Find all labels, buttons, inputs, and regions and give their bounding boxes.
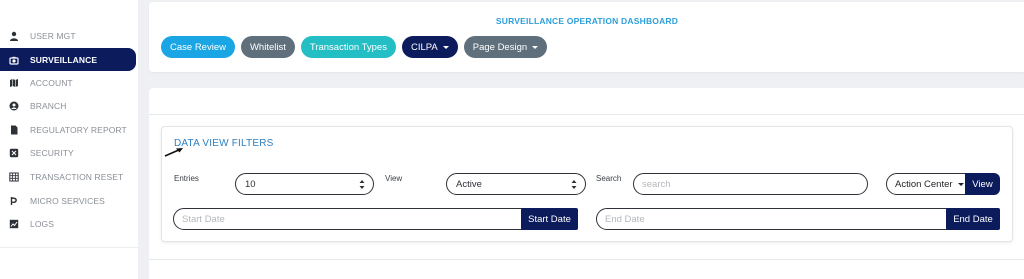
page-design-label: Page Design xyxy=(472,41,528,53)
entries-value: 10 xyxy=(245,178,256,190)
sidebar-item-micro-services[interactable]: MICRO SERVICES xyxy=(0,189,138,212)
end-date-input[interactable]: End Date xyxy=(596,208,948,230)
caret-down-icon xyxy=(957,182,964,186)
search-label: Search xyxy=(596,174,622,183)
sidebar-item-label: SURVEILLANCE xyxy=(30,54,98,65)
entries-label: Entries xyxy=(174,174,199,183)
action-center-label: Action Center xyxy=(895,178,953,190)
sidebar-item-account[interactable]: ACCOUNT xyxy=(0,71,138,94)
sidebar: USER MGT SURVEILLANCE ACCOUNT BRANCH REG… xyxy=(0,0,138,279)
arrow-icon xyxy=(164,148,183,157)
case-review-button[interactable]: Case Review xyxy=(161,36,235,58)
start-date-button-label: Start Date xyxy=(528,213,571,225)
whitelist-button[interactable]: Whitelist xyxy=(240,36,295,58)
sidebar-item-branch[interactable]: BRANCH xyxy=(0,94,138,117)
start-date-placeholder: Start Date xyxy=(182,213,225,225)
filters-title: DATA VIEW FILTERS xyxy=(174,138,274,149)
plug-icon xyxy=(8,195,20,207)
dashboard-header-card: SURVEILLANCE OPERATION DASHBOARD Case Re… xyxy=(149,2,1024,72)
cilpa-label: CILPA xyxy=(410,41,438,53)
map-icon xyxy=(8,77,20,89)
page-design-dropdown-button[interactable]: Page Design xyxy=(463,36,548,58)
sidebar-item-surveillance[interactable]: SURVEILLANCE xyxy=(0,48,136,71)
case-review-label: Case Review xyxy=(170,41,226,53)
nav-pill-row: Case Review Whitelist Transaction Types … xyxy=(161,36,548,58)
start-date-input[interactable]: Start Date xyxy=(173,208,523,230)
view-select[interactable]: Active xyxy=(446,173,586,195)
sidebar-item-user-mgt[interactable]: USER MGT xyxy=(0,24,138,47)
camera-icon xyxy=(8,54,20,66)
page-title: SURVEILLANCE OPERATION DASHBOARD xyxy=(495,16,679,26)
sidebar-item-label: SECURITY xyxy=(30,147,74,158)
transaction-types-label: Transaction Types xyxy=(309,41,387,53)
search-input[interactable]: search xyxy=(633,173,868,195)
sidebar-item-label: TRANSACTION RESET xyxy=(30,171,124,182)
sidebar-divider xyxy=(0,247,138,248)
sidebar-item-security[interactable]: SECURITY xyxy=(0,141,138,164)
chart-icon xyxy=(8,218,20,230)
cilpa-dropdown-button[interactable]: CILPA xyxy=(401,36,458,58)
view-value: Active xyxy=(456,178,482,190)
select-arrows-icon xyxy=(571,180,577,189)
transaction-types-button[interactable]: Transaction Types xyxy=(300,36,396,58)
sidebar-item-regulatory-report[interactable]: REGULATORY REPORT xyxy=(0,118,138,141)
sidebar-item-label: USER MGT xyxy=(30,30,76,41)
end-date-button[interactable]: End Date xyxy=(946,208,1000,230)
action-center-dropdown[interactable]: Action Center xyxy=(886,173,966,195)
sidebar-item-label: MICRO SERVICES xyxy=(30,195,105,206)
user-circle-icon xyxy=(8,100,20,112)
sidebar-item-label: ACCOUNT xyxy=(30,77,73,88)
caret-down-icon xyxy=(532,45,539,49)
end-date-button-label: End Date xyxy=(953,213,993,225)
view-label: View xyxy=(385,174,403,183)
end-date-placeholder: End Date xyxy=(605,213,645,225)
select-arrows-icon xyxy=(359,180,365,189)
sidebar-item-label: LOGS xyxy=(30,218,55,229)
file-icon xyxy=(8,124,20,136)
caret-down-icon xyxy=(442,45,449,49)
view-button[interactable]: View xyxy=(965,173,1000,195)
view-button-label: View xyxy=(972,178,993,190)
search-placeholder: search xyxy=(642,178,671,190)
divider xyxy=(149,259,1024,260)
sidebar-item-label: REGULATORY REPORT xyxy=(30,124,127,135)
sidebar-item-transaction-reset[interactable]: TRANSACTION RESET xyxy=(0,165,138,188)
start-date-button[interactable]: Start Date xyxy=(521,208,578,230)
whitelist-label: Whitelist xyxy=(249,41,286,53)
sidebar-item-logs[interactable]: LOGS xyxy=(0,212,138,235)
user-icon xyxy=(8,30,20,42)
sidebar-item-label: BRANCH xyxy=(30,100,67,111)
grid-icon xyxy=(8,171,20,183)
shield-icon xyxy=(8,147,20,159)
entries-select[interactable]: 10 xyxy=(235,173,374,195)
divider xyxy=(149,114,1024,115)
